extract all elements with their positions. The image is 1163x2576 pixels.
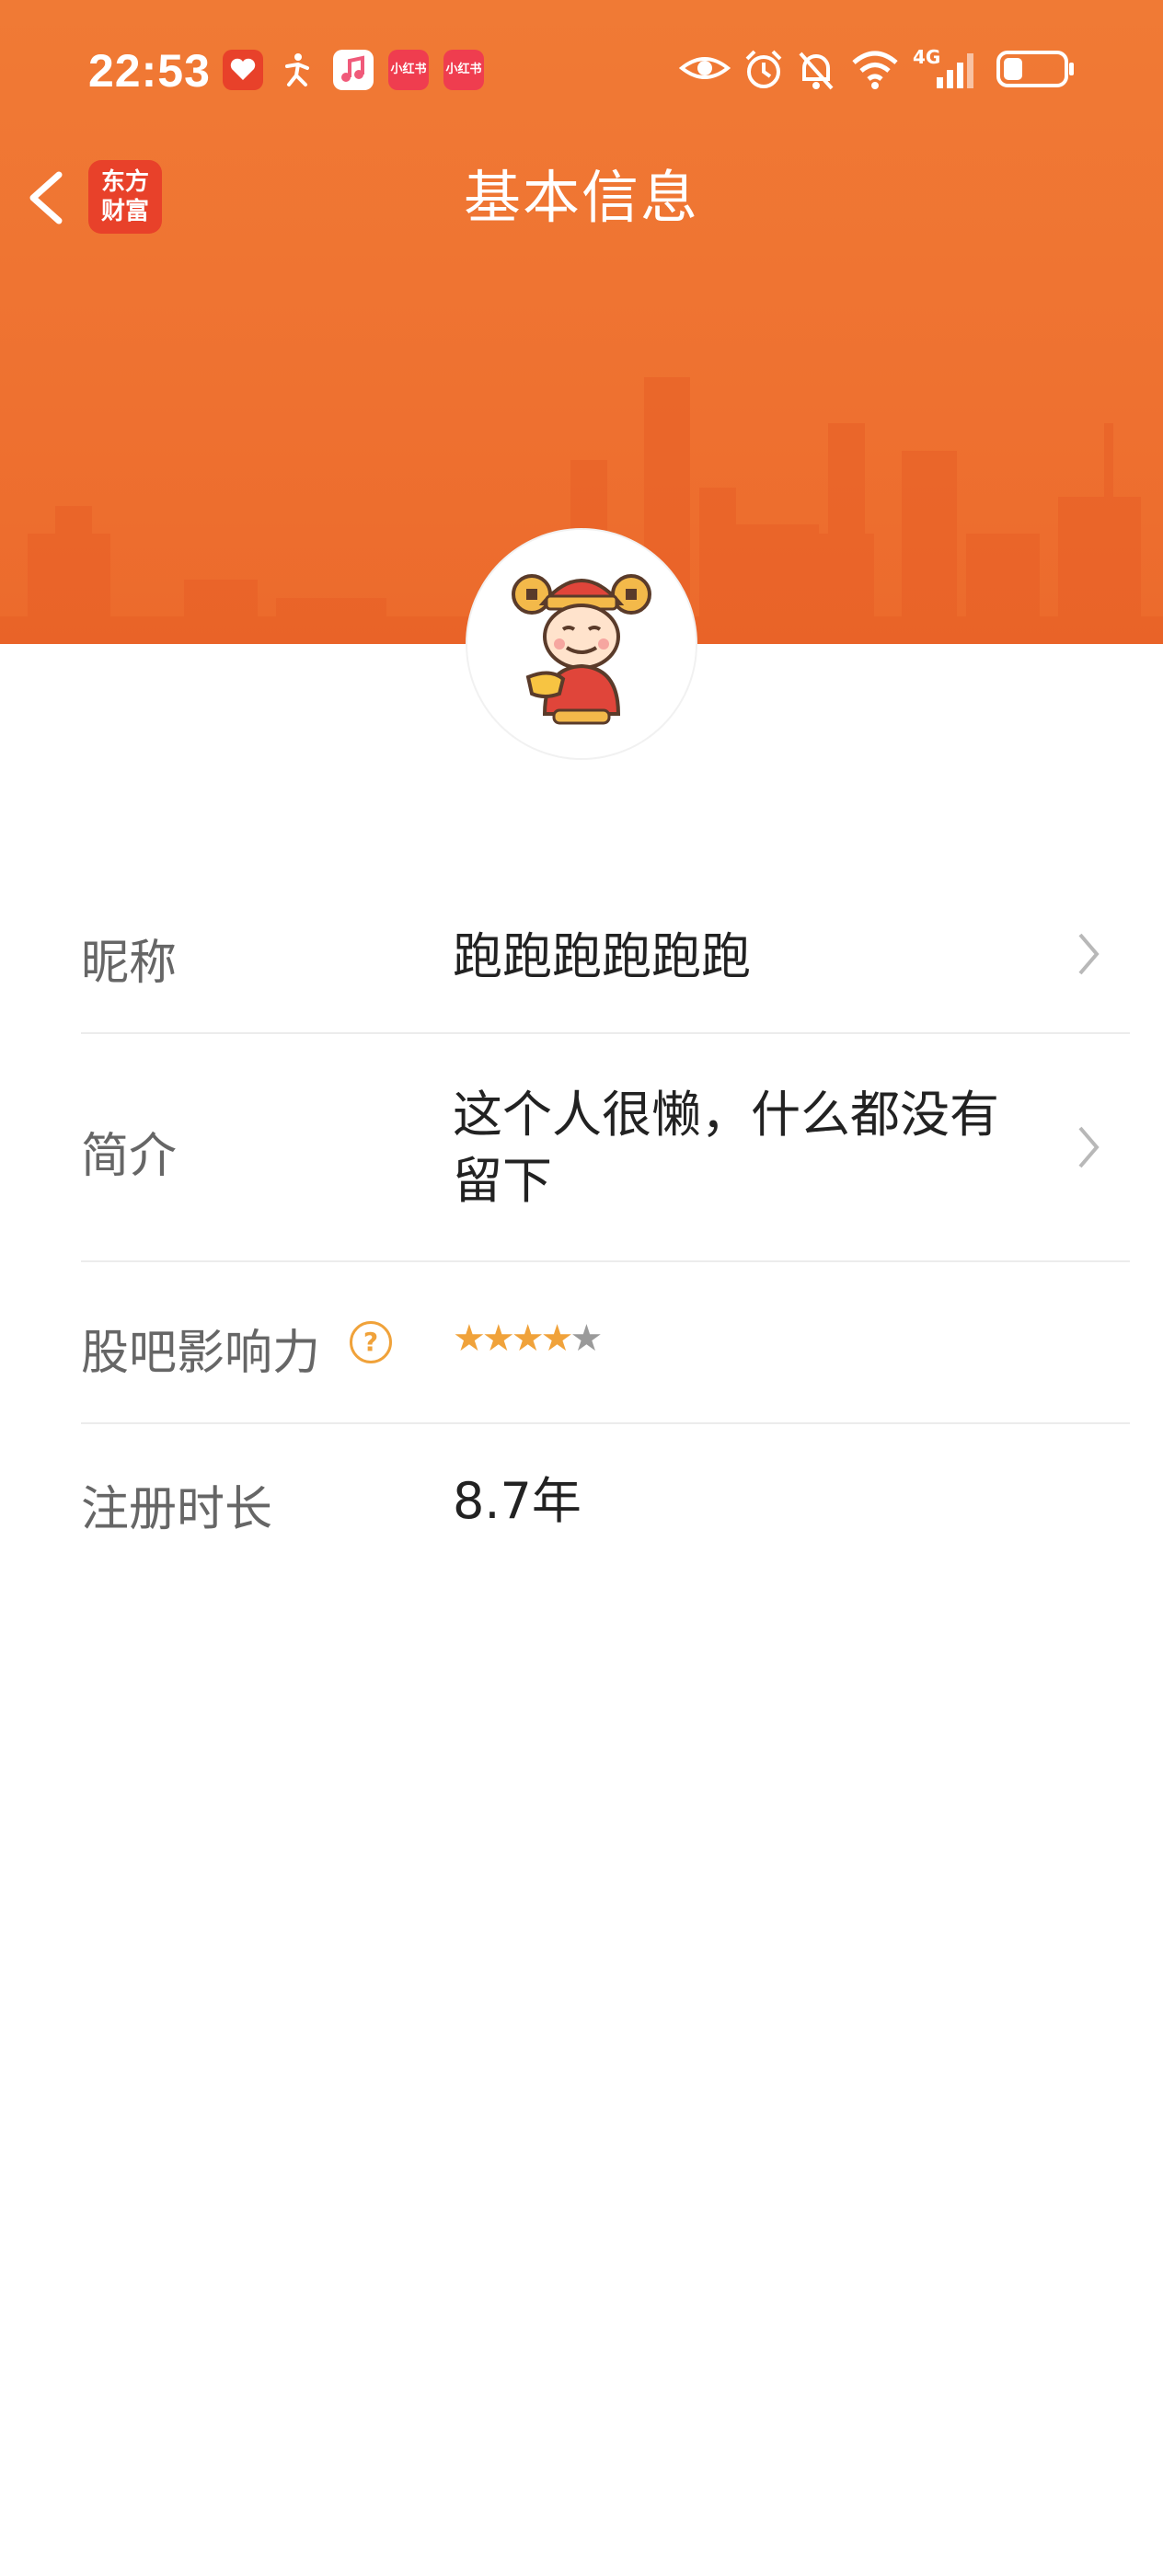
eye-icon [679, 57, 731, 79]
logo-text-line2: 财富 [100, 198, 149, 225]
bio-row[interactable]: 简介 这个人很懒，什么都没有 留下 [81, 1034, 1130, 1262]
bio-label: 简介 [81, 1129, 178, 1184]
influence-label: 股吧影响力 [81, 1326, 321, 1381]
back-button[interactable] [18, 166, 74, 230]
eastmoney-logo[interactable]: 东方 财富 [88, 160, 162, 234]
registration-label: 注册时长 [81, 1482, 273, 1537]
chevron-right-icon [1078, 933, 1100, 975]
wifi-icon [852, 51, 898, 89]
influence-rating: ★★★★★ [453, 1317, 603, 1360]
star-filled-icon: ★ [511, 1317, 545, 1360]
alarm-icon [745, 50, 782, 88]
runner-app-icon [278, 50, 318, 90]
heart-app-icon [223, 50, 263, 90]
status-time: 22:53 [88, 45, 211, 97]
chevron-right-icon [1078, 1126, 1100, 1168]
navigation-bar: 基本信息 东方 财富 [0, 147, 1163, 248]
music-app-icon [333, 50, 374, 90]
registration-row: 注册时长 8.7年 [81, 1424, 1130, 1581]
caishen-avatar-image [512, 574, 651, 725]
question-circle-icon[interactable]: ? [350, 1321, 392, 1363]
nickname-label: 昵称 [81, 936, 178, 991]
bio-value-line1: 这个人很懒，什么都没有 [453, 1086, 999, 1144]
star-filled-icon: ★ [540, 1317, 574, 1360]
bio-value: 这个人很懒，什么都没有 留下 [453, 1082, 999, 1214]
bell-off-icon [799, 52, 834, 90]
bio-value-line2: 留下 [453, 1152, 552, 1210]
logo-text-line1: 东方 [100, 168, 149, 196]
nickname-value: 跑跑跑跑跑跑 [453, 927, 751, 985]
status-bar: 22:53 小红书 小红书 4G [0, 37, 1163, 110]
nickname-row[interactable]: 昵称 跑跑跑跑跑跑 [81, 889, 1130, 1034]
avatar[interactable] [467, 530, 696, 758]
xiaohongshu-app-icon: 小红书 [388, 50, 429, 90]
page-title: 基本信息 [463, 164, 699, 231]
star-empty-icon: ★ [570, 1317, 603, 1360]
influence-row: 股吧影响力 ? ★★★★★ [81, 1262, 1130, 1424]
basic-info-page: 22:53 小红书 小红书 4G 基本信息 东方 财富 昵称 跑跑跑跑跑跑 简介… [0, 0, 1163, 2576]
battery-icon [996, 51, 1074, 87]
signal-icon [937, 53, 973, 88]
star-filled-icon: ★ [453, 1317, 486, 1360]
xiaohongshu-app-icon: 小红书 [443, 50, 484, 90]
star-filled-icon: ★ [481, 1317, 515, 1360]
registration-value: 8.7年 [453, 1472, 582, 1530]
